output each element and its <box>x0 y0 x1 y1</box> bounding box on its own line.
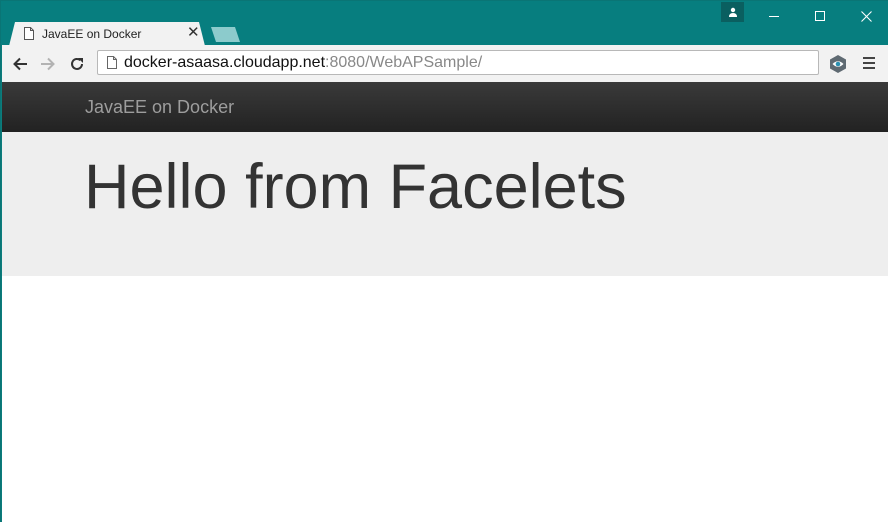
url-host: docker-asaasa.cloudapp.net <box>124 54 326 71</box>
arrow-right-icon <box>41 57 55 71</box>
site-navbar: JavaEE on Docker <box>2 82 888 132</box>
new-tab-button[interactable] <box>211 27 240 42</box>
close-window-button[interactable] <box>843 1 888 31</box>
page-viewport: JavaEE on Docker Hello from Facelets <box>2 82 888 522</box>
page-icon <box>24 27 34 40</box>
maximize-button[interactable] <box>797 1 843 31</box>
back-button[interactable] <box>10 54 30 74</box>
reload-button[interactable] <box>67 54 87 74</box>
minimize-button[interactable] <box>751 1 797 31</box>
hamburger-menu-icon[interactable] <box>862 55 876 71</box>
url-text: docker-asaasa.cloudapp.net:8080/WebAPSam… <box>124 54 482 72</box>
title-bar: JavaEE on Docker ✕ <box>1 1 888 46</box>
profile-button[interactable] <box>721 2 744 22</box>
browser-tab[interactable]: JavaEE on Docker ✕ <box>9 22 205 46</box>
browser-toolbar: docker-asaasa.cloudapp.net:8080/WebAPSam… <box>2 45 888 82</box>
tab-title: JavaEE on Docker <box>42 27 142 41</box>
maximize-icon <box>815 11 825 21</box>
forward-button[interactable] <box>38 54 58 74</box>
reload-icon <box>71 57 83 70</box>
jumbotron: Hello from Facelets <box>2 132 888 276</box>
arrow-left-icon <box>13 57 27 71</box>
person-icon <box>728 7 737 17</box>
page-icon <box>107 56 117 69</box>
page-title: Hello from Facelets <box>84 152 627 222</box>
eye-icon[interactable] <box>828 54 848 74</box>
address-bar[interactable]: docker-asaasa.cloudapp.net:8080/WebAPSam… <box>97 50 819 75</box>
tab-close-icon[interactable]: ✕ <box>187 25 200 41</box>
browser-window: JavaEE on Docker ✕ docker-asaasa.cloudap… <box>0 0 888 522</box>
close-icon <box>860 10 872 22</box>
minimize-icon <box>769 16 779 17</box>
url-path: :8080/WebAPSample/ <box>325 54 483 71</box>
navbar-brand-link[interactable]: JavaEE on Docker <box>85 97 234 118</box>
